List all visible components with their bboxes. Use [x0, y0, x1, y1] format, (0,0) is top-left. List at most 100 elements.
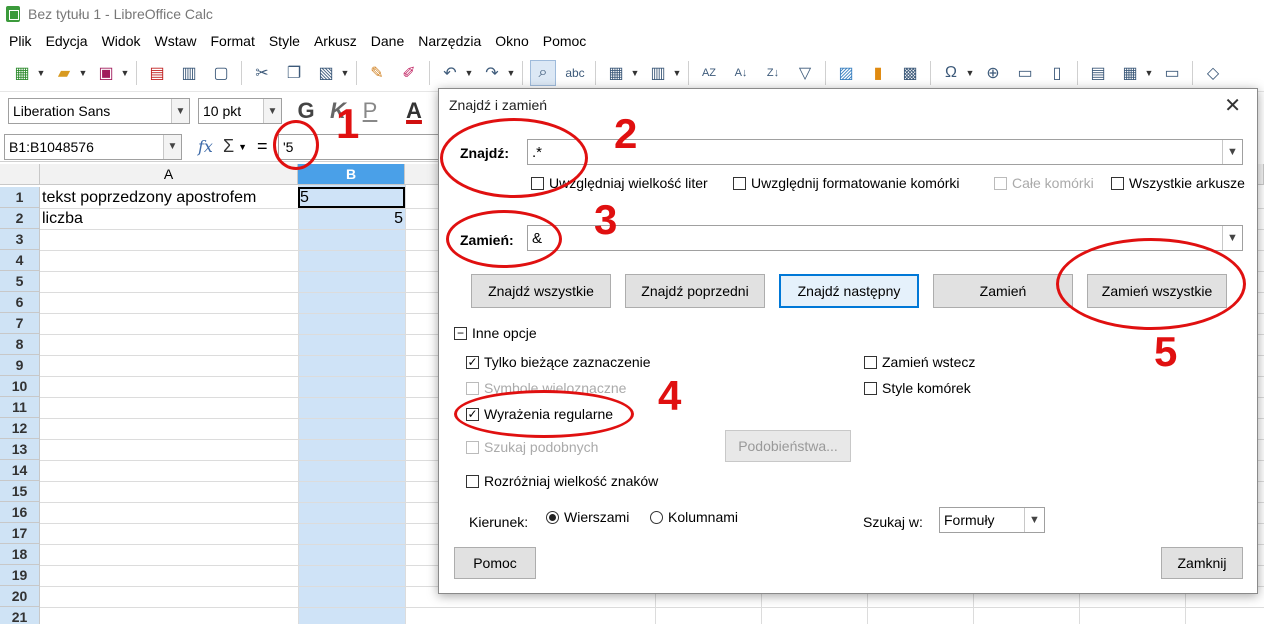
find-replace-icon[interactable]: ⌕ — [530, 59, 556, 86]
find-previous-button[interactable]: Znajdź poprzedni — [625, 274, 765, 308]
undo-icon[interactable]: ↶ — [437, 60, 463, 86]
replace-button[interactable]: Zamień — [933, 274, 1073, 308]
menu-pomoc[interactable]: Pomoc — [536, 28, 594, 54]
sort-icon[interactable]: AZ — [696, 60, 722, 86]
row-header-19[interactable]: 19 — [0, 565, 40, 586]
checkbox-box[interactable] — [864, 355, 877, 369]
chevron-down-icon[interactable]: ▼ — [1024, 508, 1044, 532]
autofilter-icon[interactable]: ▽ — [792, 60, 818, 86]
redo-icon[interactable]: ↷ — [479, 60, 505, 86]
row-header-9[interactable]: 9 — [0, 355, 40, 376]
menu-wstaw[interactable]: Wstaw — [148, 28, 204, 54]
column-icon[interactable]: ▥ — [645, 60, 671, 86]
search-in-select[interactable]: Formuły ▼ — [939, 507, 1045, 533]
font-color-button[interactable]: A — [400, 97, 428, 125]
print-icon[interactable]: ▥ — [176, 60, 202, 86]
paste-icon[interactable]: ▧ — [313, 60, 339, 86]
other-options-expander[interactable]: − Inne opcje — [454, 325, 537, 341]
row-header-10[interactable]: 10 — [0, 376, 40, 397]
font-name-combo[interactable]: Liberation Sans ▼ — [8, 98, 190, 124]
redo-dropdown-icon[interactable]: ▼ — [506, 60, 516, 86]
row-header-5[interactable]: 5 — [0, 271, 40, 292]
save-dropdown-icon[interactable]: ▼ — [120, 60, 130, 86]
cell-b2[interactable]: 5 — [298, 208, 405, 229]
sum-dropdown-icon[interactable]: ▼ — [238, 142, 247, 152]
headers-footers-icon[interactable]: ▯ — [1044, 60, 1070, 86]
freeze-dropdown-icon[interactable]: ▼ — [1144, 60, 1154, 86]
chevron-down-icon[interactable]: ▼ — [171, 99, 189, 123]
checkmark-icon[interactable]: ✓ — [466, 355, 479, 369]
pivot-table-icon[interactable]: ▩ — [897, 60, 923, 86]
row-header-3[interactable]: 3 — [0, 229, 40, 250]
row-icon[interactable]: ▦ — [603, 60, 629, 86]
save-icon[interactable]: ▣ — [93, 60, 119, 86]
menu-narzedzia[interactable]: Narzędzia — [411, 28, 488, 54]
freeze-rows-icon[interactable]: ▦ — [1117, 60, 1143, 86]
checkbox-box[interactable] — [1111, 176, 1124, 190]
spelling-icon[interactable]: abc — [562, 60, 588, 86]
image-icon[interactable]: ▨ — [833, 60, 859, 86]
column-header-b[interactable]: B — [298, 164, 405, 185]
row-header-15[interactable]: 15 — [0, 481, 40, 502]
column-dropdown-icon[interactable]: ▼ — [672, 60, 682, 86]
row-header-18[interactable]: 18 — [0, 544, 40, 565]
chevron-down-icon[interactable]: ▼ — [163, 134, 181, 159]
name-box[interactable]: B1:B1048576 ▼ — [4, 133, 182, 160]
menu-arkusz[interactable]: Arkusz — [307, 28, 364, 54]
column-header-a[interactable]: A — [40, 164, 298, 185]
replace-backwards-checkbox[interactable]: Zamień wstecz — [864, 354, 975, 370]
define-print-area-icon[interactable]: ▤ — [1085, 60, 1111, 86]
row-header-21[interactable]: 21 — [0, 607, 40, 624]
menu-okno[interactable]: Okno — [488, 28, 535, 54]
copy-icon[interactable]: ❐ — [281, 60, 307, 86]
menu-dane[interactable]: Dane — [364, 28, 411, 54]
chevron-down-icon[interactable]: ▼ — [1222, 140, 1242, 164]
menu-style[interactable]: Style — [262, 28, 307, 54]
row-header-11[interactable]: 11 — [0, 397, 40, 418]
direction-rows-radio[interactable]: Wierszami — [546, 509, 629, 525]
chevron-down-icon[interactable]: ▼ — [263, 99, 281, 123]
clear-formatting-icon[interactable]: ✐ — [396, 60, 422, 86]
row-header-8[interactable]: 8 — [0, 334, 40, 355]
direction-columns-radio[interactable]: Kolumnami — [650, 509, 738, 525]
find-next-button[interactable]: Znajdź następny — [779, 274, 919, 308]
export-pdf-icon[interactable]: ▤ — [144, 60, 170, 86]
radio-icon[interactable] — [650, 510, 663, 524]
formula-equals-icon[interactable]: = — [257, 136, 268, 157]
special-character-icon[interactable]: Ω — [938, 60, 964, 86]
close-button[interactable]: Zamknij — [1161, 547, 1243, 579]
shapes-icon[interactable]: ◇ — [1200, 60, 1226, 86]
font-size-combo[interactable]: 10 pkt ▼ — [198, 98, 282, 124]
chevron-down-icon[interactable]: ▼ — [1222, 226, 1242, 250]
new-dropdown-icon[interactable]: ▼ — [36, 60, 46, 86]
select-all-corner[interactable] — [0, 164, 40, 185]
checkbox-box[interactable] — [864, 381, 877, 395]
radio-selected-icon[interactable] — [546, 510, 559, 524]
help-button[interactable]: Pomoc — [454, 547, 536, 579]
row-header-6[interactable]: 6 — [0, 292, 40, 313]
menu-widok[interactable]: Widok — [95, 28, 148, 54]
checkbox-box[interactable] — [733, 176, 746, 190]
checkbox-box[interactable] — [466, 474, 479, 488]
hyperlink-icon[interactable]: ⊕ — [980, 60, 1006, 86]
case-sensitive-checkbox[interactable]: Rozróżniaj wielkość znaków — [466, 473, 658, 489]
row-header-12[interactable]: 12 — [0, 418, 40, 439]
row-header-4[interactable]: 4 — [0, 250, 40, 271]
undo-dropdown-icon[interactable]: ▼ — [464, 60, 474, 86]
clone-formatting-icon[interactable]: ✎ — [364, 60, 390, 86]
row-header-7[interactable]: 7 — [0, 313, 40, 334]
row-header-2[interactable]: 2 — [0, 208, 40, 229]
special-character-dropdown-icon[interactable]: ▼ — [965, 60, 975, 86]
open-folder-icon[interactable]: ▰ — [51, 60, 77, 86]
cell-styles-checkbox[interactable]: Style komórek — [864, 380, 971, 396]
open-dropdown-icon[interactable]: ▼ — [78, 60, 88, 86]
sum-icon[interactable]: Σ — [223, 136, 234, 157]
underline-button[interactable]: P — [356, 97, 384, 125]
row-header-20[interactable]: 20 — [0, 586, 40, 607]
cell-a2[interactable]: liczba — [40, 208, 85, 229]
all-sheets-checkbox[interactable]: Wszystkie arkusze — [1111, 175, 1245, 191]
comment-icon[interactable]: ▭ — [1012, 60, 1038, 86]
chart-icon[interactable]: ▮ — [865, 60, 891, 86]
sort-ascending-icon[interactable]: A↓ — [728, 60, 754, 86]
row-header-16[interactable]: 16 — [0, 502, 40, 523]
